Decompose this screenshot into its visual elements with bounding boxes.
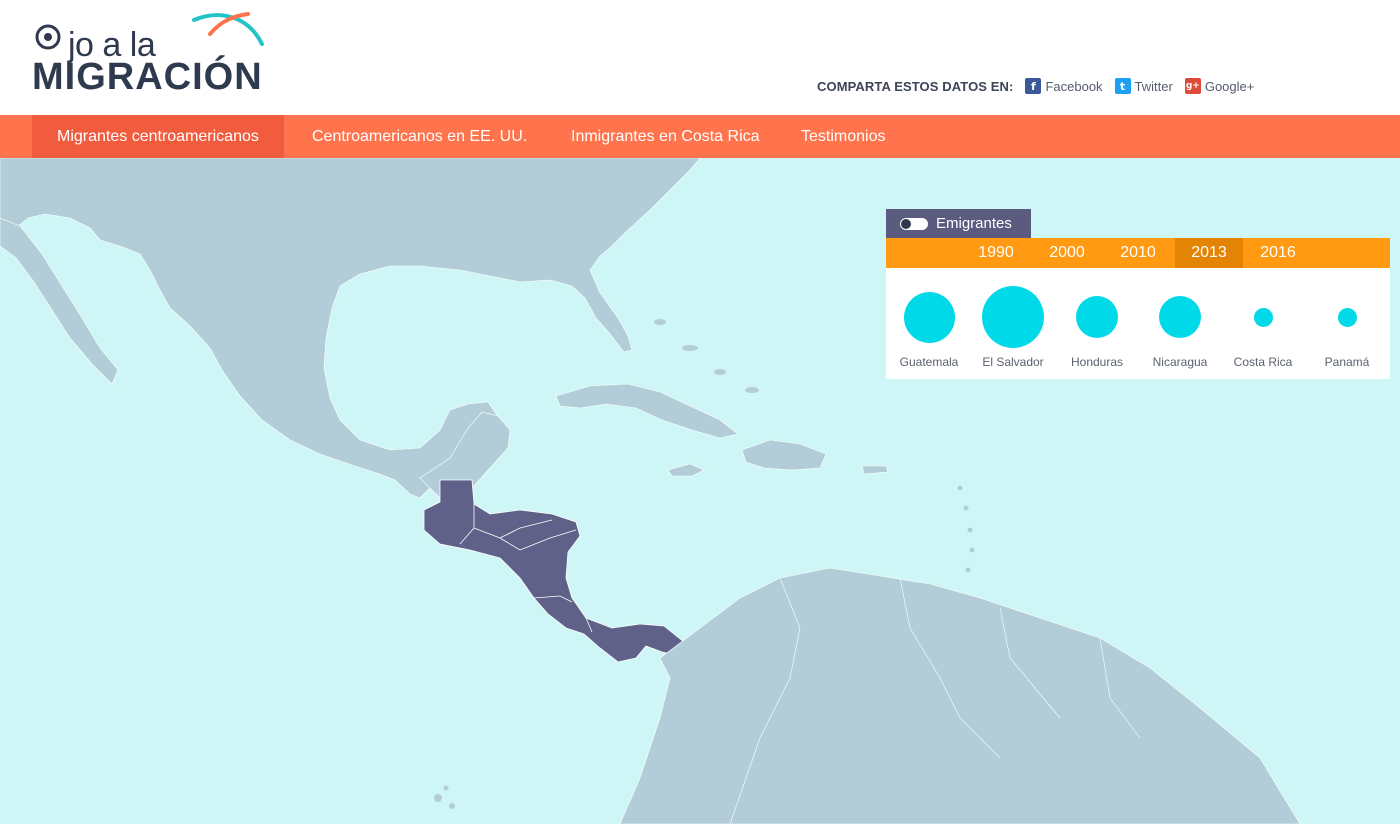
share-facebook-label: Facebook bbox=[1045, 78, 1103, 94]
year-2010[interactable]: 2010 bbox=[1104, 238, 1172, 268]
country-label: Panamá bbox=[1324, 355, 1370, 369]
bubble-honduras bbox=[1076, 296, 1118, 338]
bubble-guatemala bbox=[904, 292, 955, 343]
emigrants-panel: Emigrantes 1990 2000 2010 2013 2016 Guat… bbox=[886, 209, 1390, 379]
country-guatemala[interactable]: Guatemala bbox=[887, 268, 971, 379]
country-panama[interactable]: Panamá bbox=[1305, 268, 1389, 379]
share-google-plus-label: Google+ bbox=[1204, 78, 1255, 94]
eye-icon bbox=[35, 24, 61, 50]
twitter-icon: t bbox=[1114, 78, 1131, 94]
year-1990[interactable]: 1990 bbox=[962, 238, 1030, 268]
country-label: Honduras bbox=[1070, 355, 1124, 369]
nav-tab-migrantes-centroamericanos[interactable]: Migrantes centroamericanos bbox=[32, 115, 284, 158]
bubble-el-salvador bbox=[982, 286, 1044, 348]
country-label: Guatemala bbox=[899, 355, 959, 369]
bubble-chart: Guatemala El Salvador Honduras Nicaragua… bbox=[886, 268, 1390, 379]
nav-tab-centroamericanos-ee-uu[interactable]: Centroamericanos en EE. UU. bbox=[287, 115, 552, 158]
logo-arc-icon bbox=[192, 12, 264, 46]
toggle-label: Emigrantes bbox=[936, 215, 1012, 232]
emigrantes-toggle[interactable]: Emigrantes bbox=[886, 209, 1031, 238]
logo[interactable]: jo a la MIGRACIÓN bbox=[32, 12, 272, 98]
share-bar: COMPARTA ESTOS DATOS EN: f Facebook t Tw… bbox=[817, 76, 1266, 96]
logo-text-line2: MIGRACIÓN bbox=[32, 56, 263, 98]
share-twitter-label: Twitter bbox=[1134, 78, 1173, 94]
google-plus-icon: g+ bbox=[1184, 78, 1201, 94]
toggle-switch-icon[interactable] bbox=[900, 217, 928, 230]
year-2013[interactable]: 2013 bbox=[1175, 238, 1243, 268]
country-label: Nicaragua bbox=[1152, 355, 1208, 369]
nav-tab-inmigrantes-costa-rica[interactable]: Inmigrantes en Costa Rica bbox=[546, 115, 785, 158]
facebook-icon: f bbox=[1025, 78, 1042, 94]
year-2016[interactable]: 2016 bbox=[1244, 238, 1312, 268]
header: jo a la MIGRACIÓN COMPARTA ESTOS DATOS E… bbox=[0, 0, 1400, 115]
share-label: COMPARTA ESTOS DATOS EN: bbox=[817, 78, 1014, 94]
year-selector: 1990 2000 2010 2013 2016 bbox=[886, 238, 1390, 268]
country-honduras[interactable]: Honduras bbox=[1055, 268, 1139, 379]
country-label: Costa Rica bbox=[1233, 355, 1293, 369]
share-google-plus-link[interactable]: g+ Google+ bbox=[1184, 78, 1255, 94]
nav-tab-testimonios[interactable]: Testimonios bbox=[776, 115, 910, 158]
bubble-panama bbox=[1338, 308, 1357, 327]
country-nicaragua[interactable]: Nicaragua bbox=[1138, 268, 1222, 379]
country-costa-rica[interactable]: Costa Rica bbox=[1221, 268, 1305, 379]
country-label: El Salvador bbox=[982, 355, 1044, 369]
year-2000[interactable]: 2000 bbox=[1033, 238, 1101, 268]
bubble-costa-rica bbox=[1254, 308, 1273, 327]
share-facebook-link[interactable]: f Facebook bbox=[1025, 78, 1103, 94]
share-twitter-link[interactable]: t Twitter bbox=[1114, 78, 1173, 94]
main-navigation: Migrantes centroamericanos Centroamerica… bbox=[0, 115, 1400, 158]
country-el-salvador[interactable]: El Salvador bbox=[971, 268, 1055, 379]
bubble-nicaragua bbox=[1159, 296, 1201, 338]
